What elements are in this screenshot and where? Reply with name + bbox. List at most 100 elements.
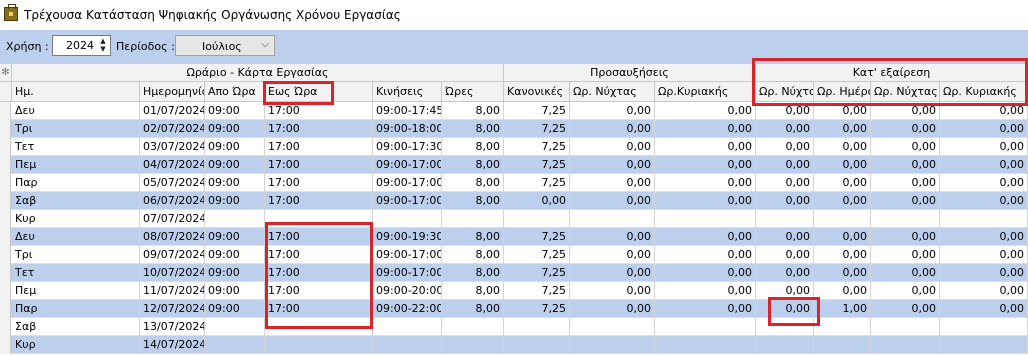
col-exc-day-hours-header[interactable]: Ωρ. Ημέρας	[814, 82, 871, 102]
col-regular-header[interactable]: Κανονικές	[504, 82, 570, 102]
sunday-hours-cell[interactable]: 0,00	[655, 192, 756, 210]
sunday-hours-cell[interactable]: 0,00	[655, 156, 756, 174]
regular-cell[interactable]: 7,25	[504, 174, 570, 192]
regular-cell[interactable]: 7,25	[504, 246, 570, 264]
regular-cell[interactable]	[504, 210, 570, 228]
to-time-cell[interactable]: 17:00	[265, 174, 373, 192]
regular-cell[interactable]: 7,25	[504, 300, 570, 318]
date-cell[interactable]: 03/07/2024	[140, 138, 205, 156]
to-time-cell[interactable]	[265, 318, 373, 336]
movements-cell[interactable]: 09:00-22:00	[373, 300, 442, 318]
from-time-cell[interactable]: 09:00	[205, 300, 265, 318]
regular-cell[interactable]: 7,25	[504, 228, 570, 246]
from-time-cell[interactable]: 09:00	[205, 120, 265, 138]
night-hours-cell[interactable]	[570, 318, 655, 336]
exc-day-hours-cell[interactable]: 0,00	[814, 120, 871, 138]
from-time-cell[interactable]: 09:00	[205, 174, 265, 192]
from-time-cell[interactable]: 09:00	[205, 138, 265, 156]
to-time-cell[interactable]: 17:00	[265, 156, 373, 174]
table-row[interactable]: Κυρ 07/07/2024	[0, 210, 1028, 228]
exc-day-hours-cell[interactable]: 1,00	[814, 300, 871, 318]
hours-cell[interactable]: 8,00	[442, 138, 504, 156]
row-indicator[interactable]	[0, 282, 11, 300]
table-row[interactable]: Παρ 12/07/2024 09:00 17:00 09:00-22:00 8,00 7,…	[0, 300, 1028, 318]
date-cell[interactable]: 11/07/2024	[140, 282, 205, 300]
sunday-hours-cell[interactable]: 0,00	[655, 120, 756, 138]
exc-night-hours-cell[interactable]: 0,00	[871, 120, 940, 138]
col-sunday-hours-header[interactable]: Ωρ.Κυριακής	[655, 82, 756, 102]
night-hours-cell[interactable]: 0,00	[570, 264, 655, 282]
date-cell[interactable]: 13/07/2024	[140, 318, 205, 336]
from-time-cell[interactable]: 09:00	[205, 264, 265, 282]
regular-cell[interactable]	[504, 336, 570, 354]
row-indicator[interactable]	[0, 318, 11, 336]
exc-day-hours-cell[interactable]	[814, 336, 871, 354]
day-cell[interactable]: Κυρ	[12, 210, 140, 228]
sunday-hours-cell[interactable]: 0,00	[655, 138, 756, 156]
night-sunday-hours-cell[interactable]	[756, 336, 814, 354]
hours-cell[interactable]	[442, 336, 504, 354]
table-row[interactable]: Τρι 02/07/2024 09:00 17:00 09:00-18:00 8,00 7,…	[0, 120, 1028, 138]
movements-cell[interactable]: 09:00-17:00	[373, 246, 442, 264]
from-time-cell[interactable]: 09:00	[205, 192, 265, 210]
night-sunday-hours-cell[interactable]: 0,00	[756, 174, 814, 192]
date-cell[interactable]: 01/07/2024	[140, 102, 205, 120]
night-sunday-hours-cell[interactable]: 0,00	[756, 300, 814, 318]
sunday-hours-cell[interactable]: 0,00	[655, 228, 756, 246]
day-cell[interactable]: Κυρ	[12, 336, 140, 354]
night-sunday-hours-cell[interactable]: 0,00	[756, 156, 814, 174]
row-indicator[interactable]	[0, 192, 11, 210]
exc-sunday-hours-cell[interactable]	[940, 318, 1028, 336]
exc-day-hours-cell[interactable]: 0,00	[814, 192, 871, 210]
exc-night-hours-cell[interactable]	[871, 210, 940, 228]
sunday-hours-cell[interactable]	[655, 336, 756, 354]
table-row[interactable]: Τετ 10/07/2024 09:00 17:00 09:00-17:00 8,00 7,…	[0, 264, 1028, 282]
to-time-cell[interactable]: 17:00	[265, 192, 373, 210]
hours-cell[interactable]: 8,00	[442, 264, 504, 282]
movements-cell[interactable]: 09:00-17:30	[373, 138, 442, 156]
to-time-cell[interactable]: 17:00	[265, 282, 373, 300]
table-row[interactable]: Δευ 01/07/2024 09:00 17:00 09:00-17:45 8,00 7,…	[0, 102, 1028, 120]
date-cell[interactable]: 10/07/2024	[140, 264, 205, 282]
table-row[interactable]: Παρ 05/07/2024 09:00 17:00 09:00-17:00 8,00 7,…	[0, 174, 1028, 192]
night-sunday-hours-cell[interactable]	[756, 210, 814, 228]
night-sunday-hours-cell[interactable]: 0,00	[756, 228, 814, 246]
col-date-header[interactable]: Ημερομηνία	[140, 82, 205, 102]
exc-night-hours-cell[interactable]: 0,00	[871, 174, 940, 192]
movements-cell[interactable]	[373, 318, 442, 336]
night-sunday-hours-cell[interactable]: 0,00	[756, 102, 814, 120]
date-cell[interactable]: 04/07/2024	[140, 156, 205, 174]
sunday-hours-cell[interactable]	[655, 210, 756, 228]
from-time-cell[interactable]	[205, 210, 265, 228]
night-sunday-hours-cell[interactable]: 0,00	[756, 120, 814, 138]
night-sunday-hours-cell[interactable]: 0,00	[756, 264, 814, 282]
exc-day-hours-cell[interactable]	[814, 318, 871, 336]
exc-sunday-hours-cell[interactable]	[940, 210, 1028, 228]
exc-night-hours-cell[interactable]: 0,00	[871, 246, 940, 264]
to-time-cell[interactable]: 17:00	[265, 138, 373, 156]
night-hours-cell[interactable]: 0,00	[570, 192, 655, 210]
night-sunday-hours-cell[interactable]	[756, 318, 814, 336]
from-time-cell[interactable]: 09:00	[205, 102, 265, 120]
col-movements-header[interactable]: Κινήσεις	[373, 82, 442, 102]
movements-cell[interactable]	[373, 210, 442, 228]
hours-cell[interactable]: 8,00	[442, 228, 504, 246]
spin-down-icon[interactable]: ▼	[97, 45, 109, 54]
to-time-cell[interactable]: 17:00	[265, 264, 373, 282]
date-cell[interactable]: 14/07/2024	[140, 336, 205, 354]
night-hours-cell[interactable]: 0,00	[570, 120, 655, 138]
row-indicator[interactable]	[0, 120, 11, 138]
row-indicator[interactable]	[0, 174, 11, 192]
regular-cell[interactable]: 7,25	[504, 102, 570, 120]
movements-cell[interactable]: 09:00-17:45	[373, 102, 442, 120]
from-time-cell[interactable]: 09:00	[205, 228, 265, 246]
date-cell[interactable]: 06/07/2024	[140, 192, 205, 210]
to-time-cell[interactable]: 17:00	[265, 120, 373, 138]
exc-day-hours-cell[interactable]: 0,00	[814, 156, 871, 174]
exc-sunday-hours-cell[interactable]: 0,00	[940, 102, 1028, 120]
table-row[interactable]: Κυρ 14/07/2024	[0, 336, 1028, 354]
row-indicator[interactable]	[0, 336, 11, 354]
movements-cell[interactable]: 09:00-17:00	[373, 192, 442, 210]
date-cell[interactable]: 12/07/2024	[140, 300, 205, 318]
date-cell[interactable]: 02/07/2024	[140, 120, 205, 138]
